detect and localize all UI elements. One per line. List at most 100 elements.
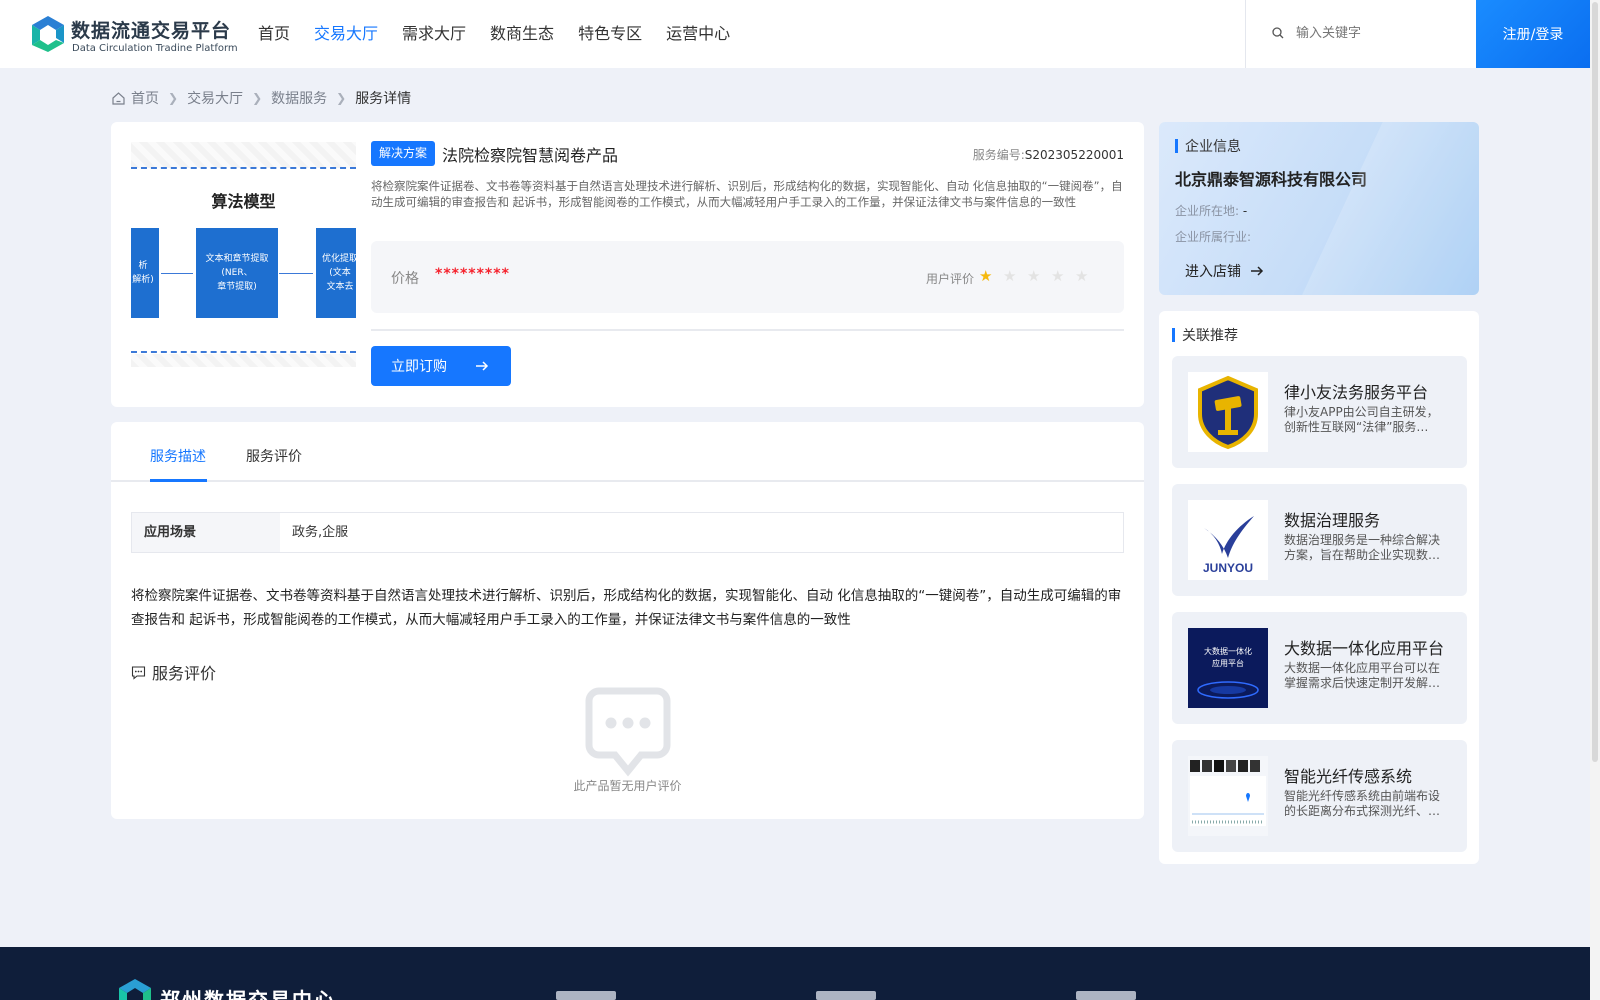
tab-service-description[interactable]: 服务描述 xyxy=(150,446,206,466)
breadcrumb-data-service[interactable]: 数据服务 xyxy=(271,88,327,108)
arrow-right-icon xyxy=(1251,266,1264,276)
detail-tabs: 服务描述 服务评价 xyxy=(111,422,1144,482)
related-item-title: 律小友法务服务平台 xyxy=(1284,383,1429,402)
breadcrumb-trading-hall[interactable]: 交易大厅 xyxy=(187,88,243,108)
page-scrollbar[interactable] xyxy=(1590,0,1600,1000)
image-stripe xyxy=(131,142,356,168)
user-rating-label: 用户评价 xyxy=(926,272,975,286)
bigdata-cover-line2: 应用平台 xyxy=(1212,658,1244,668)
product-card: 算法模型 析 解析) 文本和章节提取 (NER、 章节提取) 优化提取 (文本 … xyxy=(111,122,1144,407)
breadcrumb-current: 服务详情 xyxy=(355,91,412,107)
search-icon[interactable] xyxy=(1272,27,1284,39)
star-icon: ★ xyxy=(1051,267,1065,285)
product-description: 将检察院案件证据卷、文书卷等资料基于自然语言处理技术进行解析、识别后，形成结构化… xyxy=(371,179,1123,209)
bigdata-cover-line1: 大数据一体化 xyxy=(1204,646,1252,656)
bigdata-cover-image: 大数据一体化 应用平台 xyxy=(1188,628,1268,708)
tab-service-review[interactable]: 服务评价 xyxy=(246,446,302,466)
product-title: 法院检察院智慧阅卷产品 xyxy=(442,146,619,165)
image-dash-line xyxy=(131,167,356,169)
related-thumbnail xyxy=(1188,756,1268,836)
related-item-desc: 律小友APP由公司自主研发，创新性互联网“法律”服务… xyxy=(1284,405,1439,434)
related-section-title: 关联推荐 xyxy=(1172,325,1238,345)
related-item-desc: 数据治理服务是一种综合解决方案，旨在帮助企业实现数… xyxy=(1284,533,1441,562)
related-thumbnail: 大数据一体化 应用平台 xyxy=(1188,628,1268,708)
comment-icon xyxy=(131,665,146,680)
active-tab-indicator xyxy=(150,479,207,482)
nav-trading-hall[interactable]: 交易大厅 xyxy=(314,0,378,68)
login-register-button[interactable]: 注册/登录 xyxy=(1476,0,1590,68)
logo-title: 数据流通交易平台 xyxy=(71,20,232,42)
junyou-logo-icon: JUNYOU xyxy=(1203,516,1254,575)
nav-featured-zone[interactable]: 特色专区 xyxy=(578,0,642,68)
nav-home[interactable]: 首页 xyxy=(258,0,290,68)
footer-column-heading xyxy=(1076,991,1136,1000)
search-box xyxy=(1245,0,1476,68)
related-item[interactable]: 智能光纤传感系统 智能光纤传感系统由前端布设的长距离分布式探测光纤、… xyxy=(1172,740,1467,852)
service-number: 服务编号:S202305220001 xyxy=(973,146,1124,163)
company-section-title: 企业信息 xyxy=(1175,136,1241,156)
buy-now-label: 立即订购 xyxy=(391,359,447,375)
buy-now-button[interactable]: 立即订购 xyxy=(371,346,511,386)
related-item-desc: 大数据一体化应用平台可以在掌握需求后快速定制开发解… xyxy=(1284,661,1441,690)
top-header: 数据流通交易平台 Data Circulation Tradine Platfo… xyxy=(0,0,1590,68)
price-panel: 价格 ********* 用户评价 ★ ★ ★ ★ ★ xyxy=(371,241,1124,313)
footer-column-heading xyxy=(816,991,876,1000)
related-section-title-label: 关联推荐 xyxy=(1182,328,1238,344)
solution-tag-badge: 解决方案 xyxy=(371,141,436,166)
scene-label: 应用场景 xyxy=(132,513,280,552)
breadcrumb-home[interactable]: 首页 xyxy=(111,88,159,108)
chevron-right-icon: ❯ xyxy=(336,91,347,105)
logo-subtitle: Data Circulation Tradine Platform xyxy=(72,43,238,54)
price-value: ********* xyxy=(435,266,510,282)
nav-operation-center[interactable]: 运营中心 xyxy=(666,0,730,68)
fiber-system-screenshot xyxy=(1188,756,1268,836)
image-dash-line xyxy=(131,351,356,353)
company-industry: 企业所属行业: xyxy=(1175,228,1251,245)
product-image-title: 算法模型 xyxy=(211,192,276,211)
empty-review-text: 此产品暂无用户评价 xyxy=(573,779,682,793)
flow-arrow xyxy=(161,273,193,274)
footer-title: 郑州数据交易中心 xyxy=(160,988,336,1000)
review-section-title: 服务评价 xyxy=(131,660,216,684)
related-item-title: 智能光纤传感系统 xyxy=(1284,767,1413,786)
price-label: 价格 xyxy=(391,271,419,287)
footer-logo-icon xyxy=(119,979,151,1000)
star-icon: ★ xyxy=(1075,267,1089,285)
flow-arrow xyxy=(279,273,313,274)
related-thumbnail xyxy=(1188,372,1268,452)
related-item-title: 大数据一体化应用平台 xyxy=(1284,639,1445,658)
detail-card: 服务描述 服务评价 应用场景 政务,企服 将检察院案件证据卷、文书卷等资料基于自… xyxy=(111,422,1144,819)
home-icon xyxy=(112,91,125,105)
star-icon: ★ xyxy=(979,267,993,285)
scene-table: 应用场景 政务,企服 xyxy=(131,512,1124,553)
search-input[interactable] xyxy=(1296,20,1466,46)
logo-mark-icon xyxy=(32,16,64,52)
related-item-desc: 智能光纤传感系统由前端布设的长距离分布式探测光纤、… xyxy=(1284,789,1441,818)
star-icon: ★ xyxy=(1027,267,1041,285)
star-icon: ★ xyxy=(1003,267,1017,285)
section-bar xyxy=(1175,139,1178,153)
related-item[interactable]: 律小友法务服务平台 律小友APP由公司自主研发，创新性互联网“法律”服务… xyxy=(1172,356,1467,468)
image-stripe xyxy=(131,354,356,367)
nav-ecosystem[interactable]: 数商生态 xyxy=(490,0,554,68)
enter-store-label: 进入店铺 xyxy=(1185,264,1241,280)
related-item[interactable]: JUNYOU 数据治理服务 数据治理服务是一种综合解决方案，旨在帮助企业实现数… xyxy=(1172,484,1467,596)
chevron-right-icon: ❯ xyxy=(252,91,263,105)
review-title-label: 服务评价 xyxy=(152,664,217,683)
flow-box-extract: 文本和章节提取 (NER、 章节提取) xyxy=(196,228,278,318)
company-location-label: 企业所在地: xyxy=(1175,204,1240,218)
arrow-right-icon xyxy=(476,361,489,371)
section-bar xyxy=(1172,328,1175,342)
flow-box-optimize: 优化提取 (文本 文本去 xyxy=(316,228,356,318)
related-thumbnail: JUNYOU xyxy=(1188,500,1268,580)
breadcrumb: 首页 ❯ 交易大厅 ❯ 数据服务 ❯ 服务详情 xyxy=(111,88,411,108)
related-item[interactable]: 大数据一体化 应用平台 大数据一体化应用平台 大数据一体化应用平台可以在掌握需求… xyxy=(1172,612,1467,724)
nav-demand-hall[interactable]: 需求大厅 xyxy=(402,0,466,68)
company-info-card: 企业信息 北京鼎泰智源科技有限公司 企业所在地: - 企业所属行业: 进入店铺 xyxy=(1159,122,1479,295)
enter-store-link[interactable]: 进入店铺 xyxy=(1185,261,1264,281)
related-recommendations: 关联推荐 律小友法务服务平台 律小友APP由公司自主研发，创新性互联网“法律”服… xyxy=(1159,311,1479,864)
company-section-title-label: 企业信息 xyxy=(1185,139,1241,155)
flow-box-parse: 析 解析) xyxy=(131,228,159,318)
platform-logo[interactable]: 数据流通交易平台 Data Circulation Tradine Platfo… xyxy=(28,14,238,56)
scrollbar-thumb[interactable] xyxy=(1592,2,1598,762)
